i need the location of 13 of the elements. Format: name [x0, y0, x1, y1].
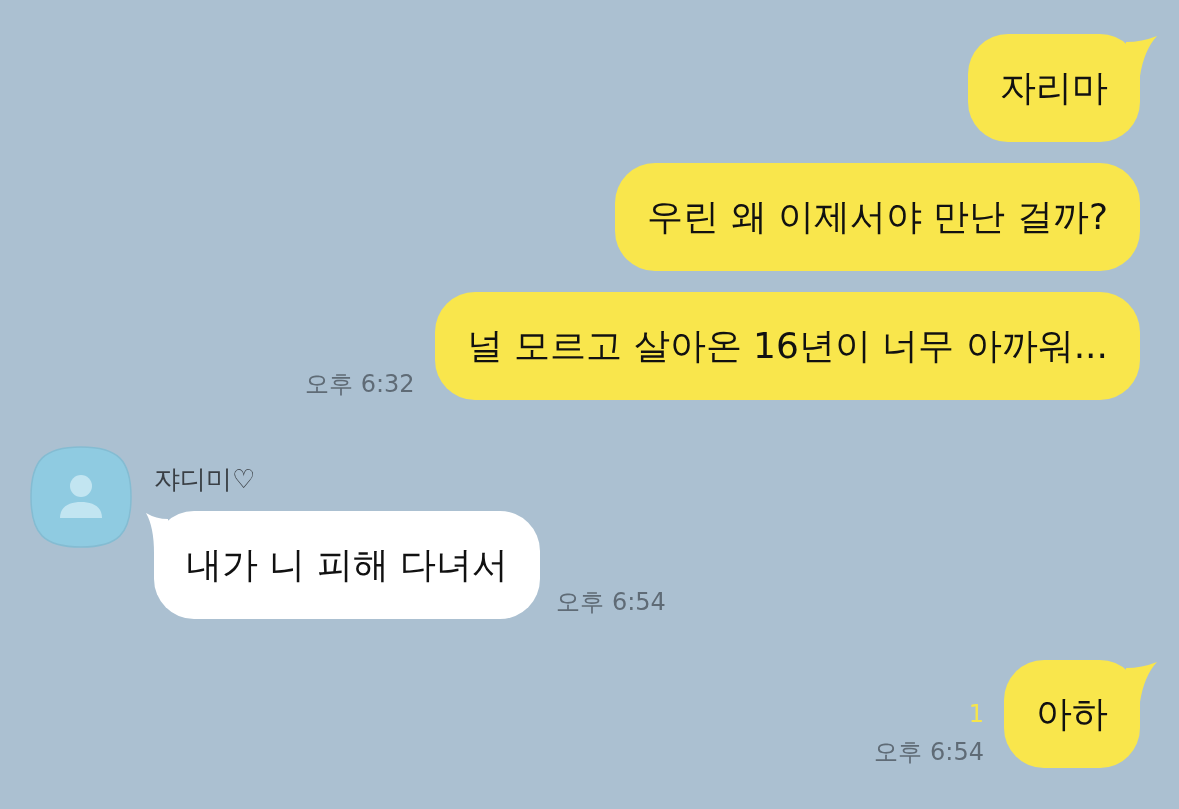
person-avatar-icon: [30, 446, 132, 548]
message-time: 오후 6:32: [305, 370, 415, 398]
message-bubble: 아하: [1004, 660, 1140, 768]
message-bubble: 자리마: [968, 34, 1140, 142]
bubble-tail-icon: [1126, 36, 1157, 76]
message-time: 오후 6:54: [556, 588, 666, 616]
message-bubble: 내가 니 피해 다녀서: [154, 511, 541, 619]
message-time: 오후 6:54: [874, 738, 984, 766]
unread-count: 1: [968, 700, 984, 728]
sender-name: 쟈디미♡: [154, 464, 256, 494]
message-bubble: 우린 왜 이제서야 만난 걸까?: [615, 163, 1140, 271]
message-bubble: 널 모르고 살아온 16년이 너무 아까워...: [434, 292, 1140, 400]
bubble-tail-icon: [1126, 662, 1157, 702]
